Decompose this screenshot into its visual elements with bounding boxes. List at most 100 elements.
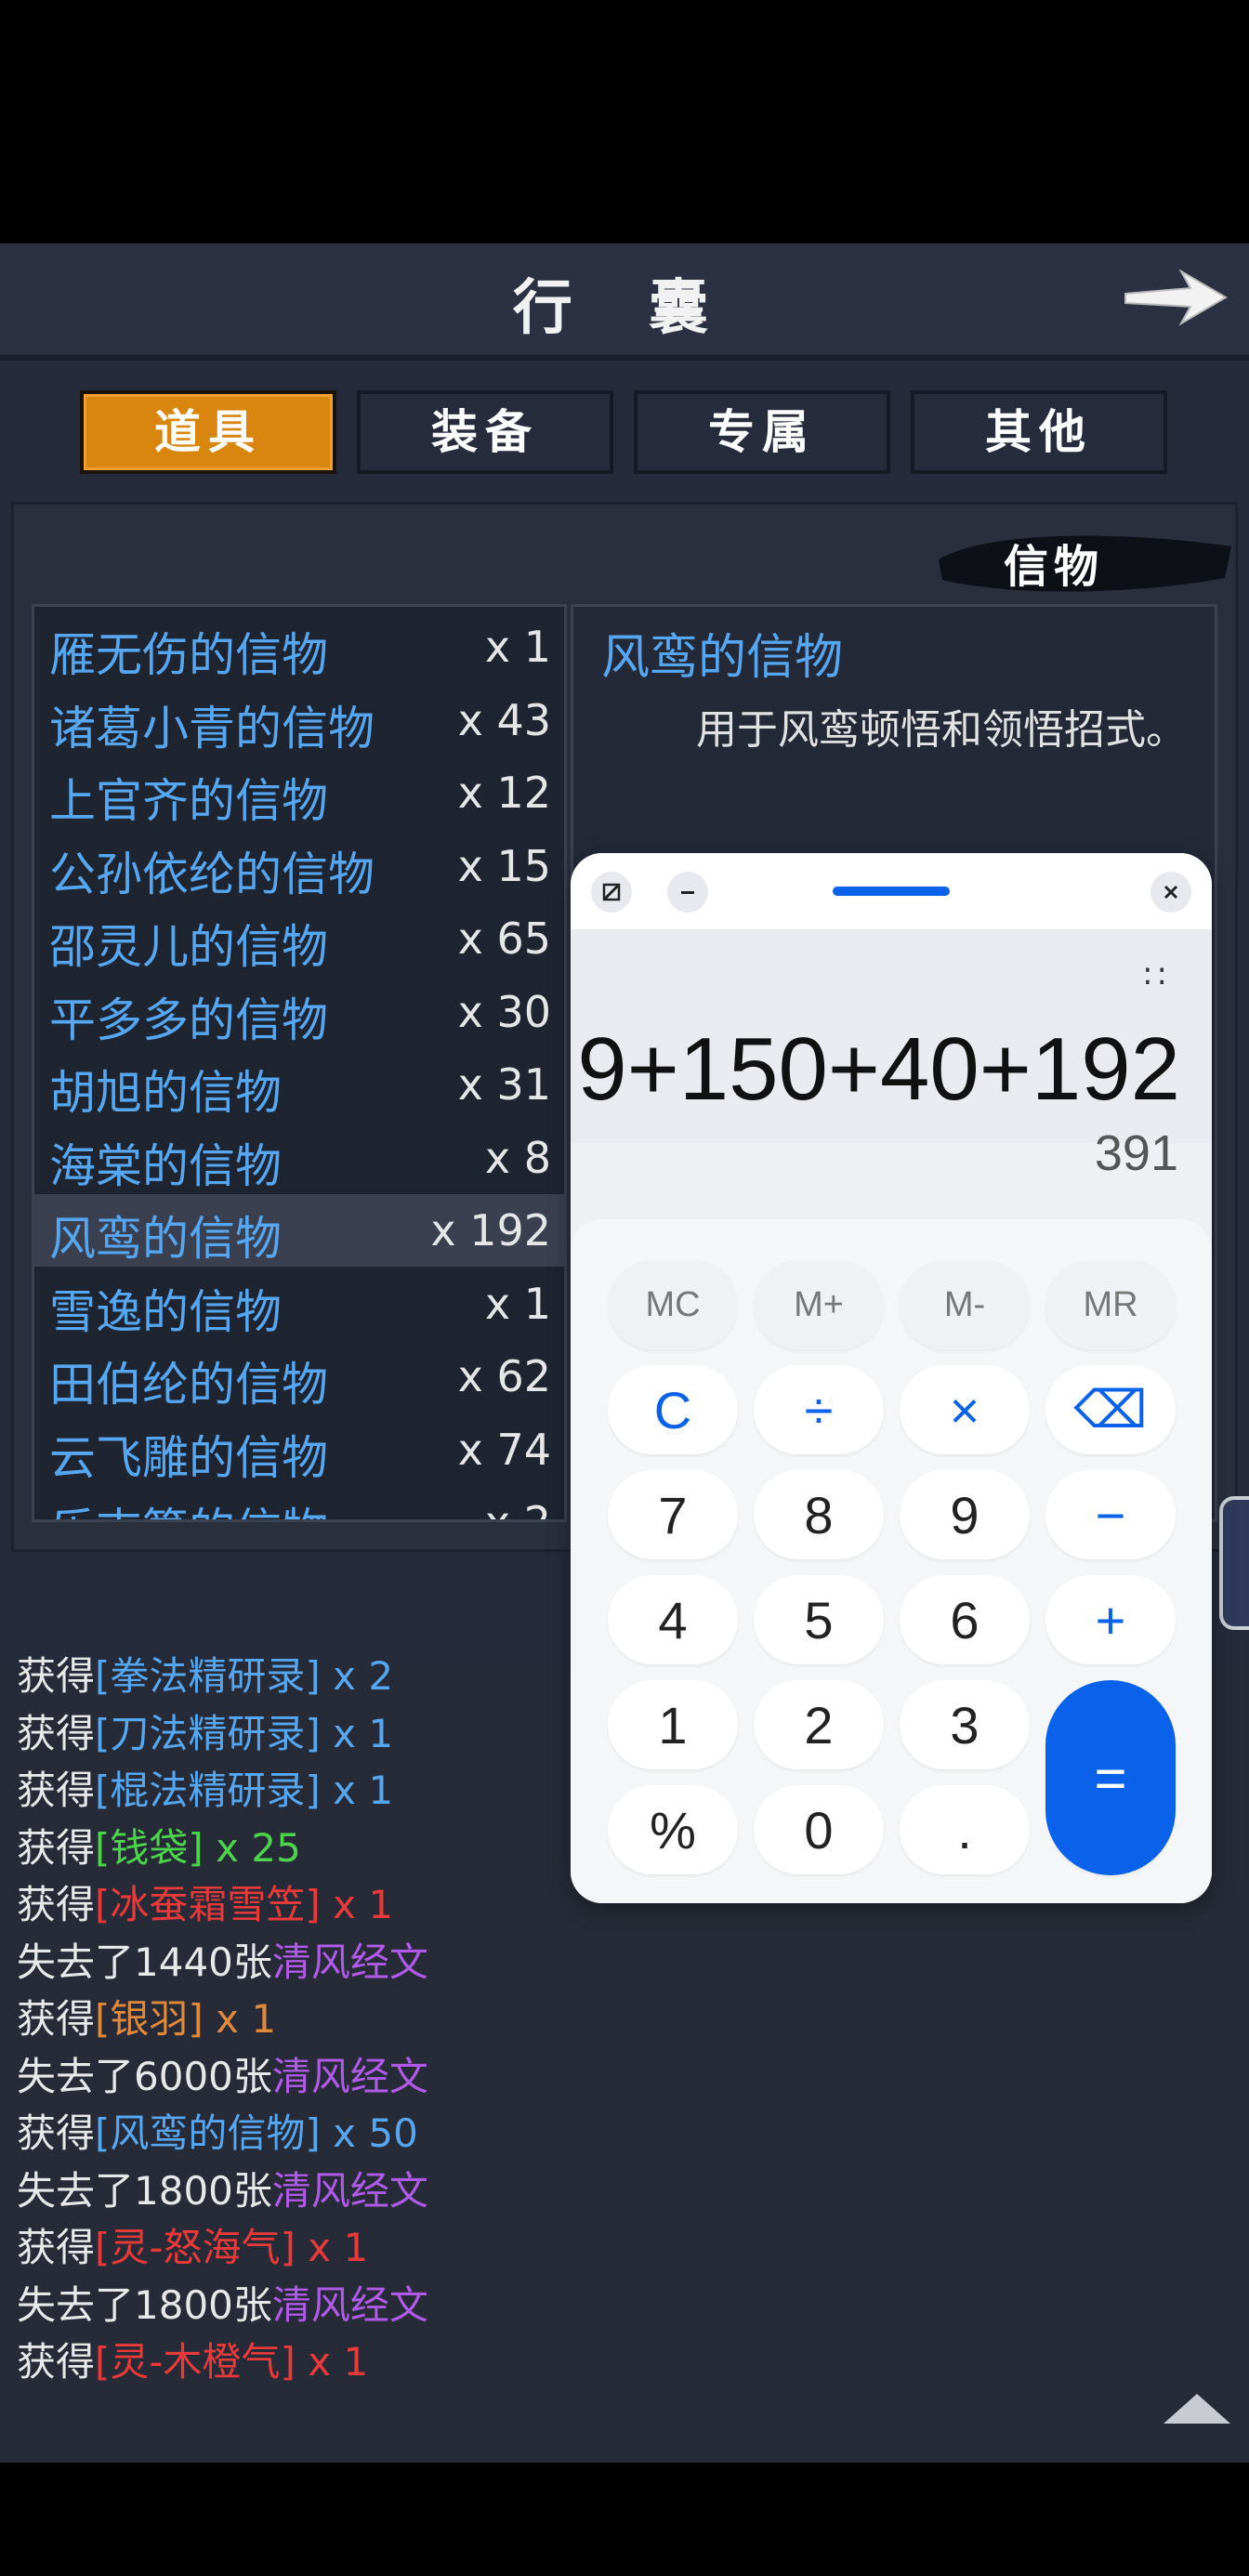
close-icon[interactable]	[1150, 872, 1191, 913]
item-name: 雪逸的信物	[49, 1284, 282, 1339]
calculator-titlebar[interactable]	[571, 853, 1212, 929]
key-mr[interactable]: MR	[1045, 1260, 1176, 1349]
log-text: 获得	[17, 1882, 96, 1927]
scroll-up-icon[interactable]	[1160, 2390, 1234, 2427]
item-row[interactable]: 平多多的信物 x 30	[34, 976, 564, 1048]
log-line: 失去了6000张清风经文	[17, 2045, 428, 2102]
log-text: 获得	[17, 2339, 96, 2385]
item-name: 田伯纶的信物	[49, 1358, 328, 1412]
key-3[interactable]: 3	[900, 1680, 1030, 1769]
log-line: 失去了1800张清风经文	[17, 2160, 428, 2216]
key-7[interactable]: 7	[608, 1470, 738, 1559]
item-count: x 1	[484, 622, 551, 672]
log-line: 获得[灵-木橙气] x 1	[17, 2331, 368, 2387]
item-row[interactable]: 诸葛小青的信物 x 43	[34, 684, 564, 756]
key-6[interactable]: 6	[900, 1575, 1030, 1664]
item-name: 胡旭的信物	[49, 1066, 282, 1120]
item-name: 云飞雕的信物	[49, 1430, 328, 1485]
key-m+[interactable]: M+	[754, 1260, 884, 1349]
log-text: [银羽] x 1	[95, 1996, 277, 2042]
key-multiply[interactable]: ×	[900, 1365, 1030, 1454]
item-name: 邵灵儿的信物	[49, 920, 328, 974]
item-count: x 30	[457, 986, 551, 1037]
log-text: 清风经文	[271, 2053, 428, 2099]
log-text: 失去了1800张	[17, 2281, 272, 2328]
expression-text: 9+150+40+192	[577, 1019, 1180, 1119]
item-count: x 31	[457, 1059, 551, 1110]
key-minus[interactable]: −	[1045, 1470, 1176, 1559]
calculator-window: :: 9+150+40+192 391 MC M+ M- MRC ÷ × ⌫7 8 9−4 5 6 +…	[571, 853, 1212, 1903]
log-text: 获得	[17, 2110, 96, 2156]
minimize-icon[interactable]	[667, 872, 708, 913]
key-backspace[interactable]: ⌫	[1045, 1365, 1176, 1454]
log-text: 获得	[17, 1996, 96, 2042]
item-name: 公孙依纶的信物	[49, 847, 375, 901]
key-2[interactable]: 2	[754, 1680, 884, 1769]
item-row[interactable]: 邵灵儿的信物 x 65	[34, 902, 564, 975]
key-m-[interactable]: M-	[900, 1260, 1030, 1349]
key-divide[interactable]: ÷	[754, 1365, 884, 1454]
log-line: 获得[刀法精研录] x 1	[17, 1702, 393, 1759]
key-equals[interactable]: =	[1045, 1680, 1176, 1875]
key-0[interactable]: 0	[754, 1785, 884, 1874]
log-text: [灵-木橙气] x 1	[95, 2339, 369, 2385]
title-bar: 行 囊	[0, 243, 1249, 361]
log-text: [棍法精研录] x 1	[95, 1768, 394, 1813]
detail-title: 风鸾的信物	[601, 630, 844, 686]
item-count: x 192	[430, 1205, 551, 1255]
item-name: 雁无伤的信物	[49, 628, 328, 682]
key-mc[interactable]: MC	[608, 1260, 738, 1349]
key-4[interactable]: 4	[608, 1575, 738, 1664]
item-count: x 1	[484, 1278, 551, 1329]
item-row[interactable]: 雪逸的信物 x 1	[34, 1268, 564, 1340]
log-line: 获得[拳法精研录] x 2	[17, 1645, 393, 1702]
log-text: 失去了1440张	[17, 1939, 272, 1985]
item-count: x 62	[457, 1351, 551, 1401]
item-list[interactable]: 雁无伤的信物 x 1 诸葛小青的信物 x 43 上官齐的信物 x 12 公孙依纶的信物 x 1…	[32, 604, 567, 1522]
item-row[interactable]: 乐吉算的信物 x 2	[34, 1486, 564, 1519]
log-text: 获得	[17, 1710, 96, 1756]
item-count: x 8	[484, 1132, 551, 1183]
key-decimal[interactable]: .	[900, 1785, 1030, 1874]
item-row[interactable]: 云飞雕的信物 x 74	[34, 1413, 564, 1486]
item-row[interactable]: 胡旭的信物 x 31	[34, 1048, 564, 1121]
result-text: 391	[1094, 1125, 1178, 1181]
log-text: 获得	[17, 1824, 96, 1871]
item-row[interactable]: 公孙依纶的信物 x 15	[34, 830, 564, 902]
key-plus[interactable]: +	[1045, 1575, 1176, 1664]
keypad: MC M+ M- MR C ÷ × ⌫ 7 8 9− 4 5 6 +1 2 3 =% 0.	[571, 1219, 1212, 1903]
forward-arrow-icon[interactable]	[1120, 260, 1231, 335]
more-options-icon[interactable]: ::	[1142, 955, 1171, 992]
item-row[interactable]: 海棠的信物 x 8	[34, 1122, 564, 1194]
log-text: 失去了1800张	[17, 2167, 272, 2214]
item-row[interactable]: 上官齐的信物 x 12	[34, 756, 564, 829]
log-line: 获得[风鸾的信物] x 50	[17, 2102, 418, 2159]
key-9[interactable]: 9	[900, 1470, 1030, 1559]
log-text: 获得	[17, 2225, 96, 2270]
tab-equipment[interactable]: 装备	[357, 390, 613, 474]
tab-items[interactable]: 道具	[80, 390, 336, 474]
item-row[interactable]: 田伯纶的信物 x 62	[34, 1340, 564, 1413]
key-5[interactable]: 5	[754, 1575, 884, 1664]
tab-exclusive[interactable]: 专属	[634, 390, 890, 474]
item-row[interactable]: 风鸾的信物 x 192	[34, 1194, 564, 1267]
key-percent[interactable]: %	[608, 1785, 738, 1874]
drag-handle[interactable]	[833, 887, 950, 896]
item-count: x 12	[457, 768, 551, 818]
key-c[interactable]: C	[608, 1365, 738, 1454]
detail-description: 用于风鸾顿悟和领悟招式。	[696, 706, 1187, 754]
tab-other[interactable]: 其他	[911, 390, 1167, 474]
log-text: 清风经文	[271, 1939, 428, 1985]
item-name: 诸葛小青的信物	[49, 701, 375, 756]
log-line: 获得[钱袋] x 25	[17, 1817, 301, 1873]
key-1[interactable]: 1	[608, 1680, 738, 1769]
key-8[interactable]: 8	[754, 1470, 884, 1559]
log-text: 清风经文	[271, 2281, 428, 2328]
log-text: [冰蚕霜雪笠] x 1	[95, 1882, 394, 1927]
resize-icon[interactable]	[591, 872, 632, 913]
item-row[interactable]: 雁无伤的信物 x 1	[34, 611, 564, 683]
log-text: [刀法精研录] x 1	[95, 1710, 394, 1756]
log-text: [拳法精研录] x 2	[95, 1653, 394, 1699]
log-text: [风鸾的信物] x 50	[95, 2110, 418, 2156]
item-name: 平多多的信物	[49, 992, 328, 1047]
